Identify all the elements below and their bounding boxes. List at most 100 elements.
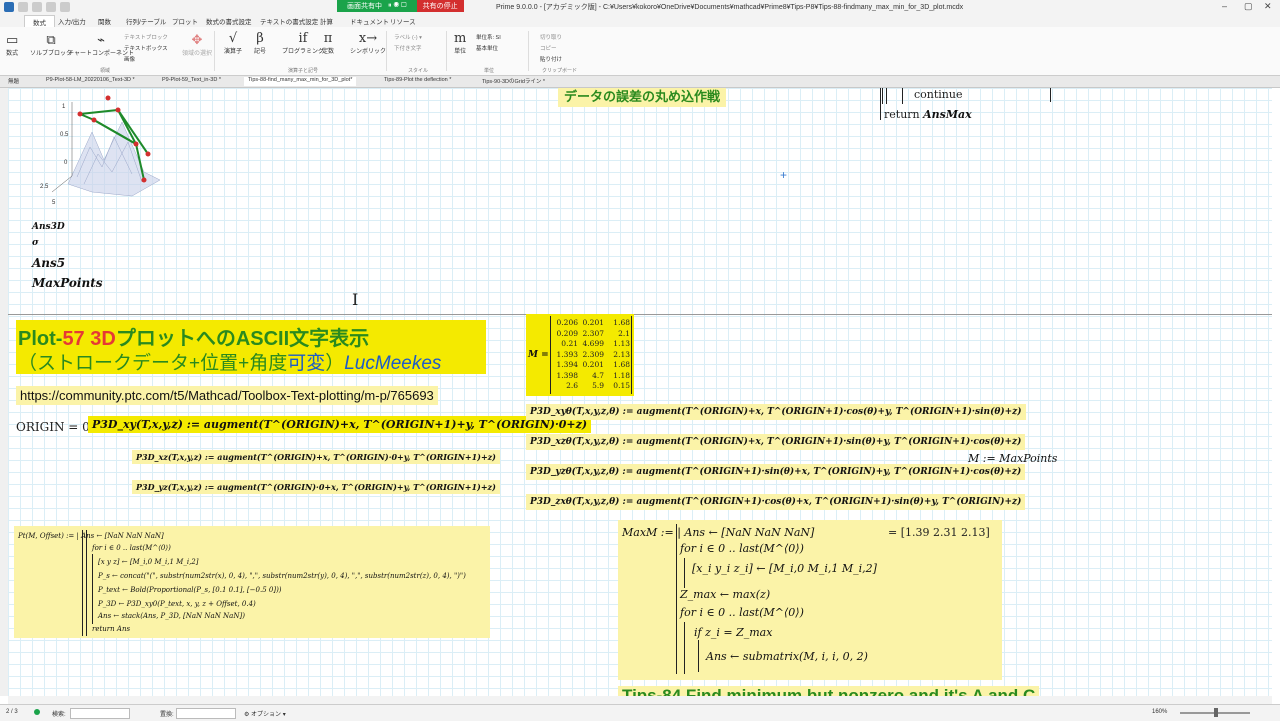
maxm-line: for i ∈ 0 .. last(M^⟨0⟩) [680, 606, 804, 619]
origin-definition[interactable]: ORIGIN = 0 [16, 420, 90, 434]
document-tab[interactable]: 無題 [4, 77, 23, 86]
text-cursor-icon: Ι [352, 290, 359, 309]
copy-button[interactable]: コピー [540, 44, 557, 52]
close-icon[interactable]: ✕ [1264, 1, 1272, 12]
ribbon-tabs: 数式 入力/出力 関数 行列/テーブル プロット 数式の書式設定 テキストの書式設定 計算 ドキ… [0, 14, 1280, 28]
maxm-program-block[interactable]: MaxM := | Ans ← [NaN NaN NaN] for i ∈ 0 … [618, 520, 1002, 680]
ribbon-tab[interactable]: 行列/テーブル [126, 16, 166, 26]
solve-block-button[interactable]: ⧉ ソルブブロック [30, 33, 72, 57]
search-input[interactable] [70, 708, 130, 719]
plot-tick-label: 2.5 [40, 184, 49, 190]
search-label: 検索: [52, 712, 66, 718]
surface-plot-3d[interactable]: 1 0.5 0 2.5 5 [32, 92, 182, 212]
var-maxpoints: MaxPoints [32, 276, 103, 290]
math-button[interactable]: ▭ 数式 [6, 33, 18, 57]
text-box-button[interactable]: テキストボックス [124, 44, 168, 52]
matrix-cell: 1.394 [556, 360, 578, 369]
redo-icon[interactable] [60, 2, 70, 12]
matrix-m-region[interactable]: M = 0.206 0.201 1.68 0.209 2.307 2.1 0.21 4.699… [526, 314, 634, 396]
matrix-cell: 0.15 [613, 381, 630, 390]
share-controls-icon[interactable]: ⏸ ◉ ▢ [388, 2, 407, 10]
arrow-icon: x→ [358, 31, 378, 46]
zoom-slider-thumb[interactable] [1214, 708, 1218, 717]
ribbon-tab[interactable]: リソース [390, 16, 416, 26]
constants-button[interactable]: π 定数 [322, 31, 334, 55]
title-bar: 画面共有中 ⏸ ◉ ▢ 共有の停止 Prime 9.0.0.0 - [アカデミッ… [0, 0, 1280, 14]
group-label-units: 単位 [484, 68, 495, 74]
reference-url-link[interactable]: https://community.ptc.com/t5/Mathcad/Too… [16, 386, 438, 405]
program-bar [882, 88, 883, 104]
unit-button[interactable]: m 単位 [454, 31, 466, 55]
document-tab[interactable]: Tips-89-Plot the deflection * [380, 77, 455, 86]
plot-tick-label: 0.5 [60, 132, 69, 138]
ribbon-divider [386, 31, 387, 71]
solve-block-icon: ⧉ [46, 33, 56, 48]
image-button[interactable]: 画像 [124, 55, 135, 63]
pt-function-block[interactable]: Pt(M, Offset) := | Ans ← [NaN NaN NaN] f… [14, 526, 490, 638]
ribbon-tab[interactable]: プロット [172, 16, 198, 26]
p3d-zx0-definition[interactable]: P3D_zxθ(T,x,y,z,θ) := augment(T^(ORIGIN+… [526, 494, 1026, 510]
pt-line: [x y z] ← [M_i,0 M_i,1 M_i,2] [98, 558, 199, 566]
matrix-cell: 0.201 [582, 318, 604, 327]
label-dropdown[interactable]: ラベル (-) ▾ [394, 33, 422, 41]
programming-button[interactable]: if プログラミング [282, 31, 324, 55]
document-tab[interactable]: P9-Plot-59_Text_in-3D * [158, 77, 225, 86]
p3d-xz-definition[interactable]: P3D_xz(T,x,y,z) := augment(T^(ORIGIN)+x,… [132, 450, 500, 464]
app-icon [4, 2, 14, 12]
ribbon-tab[interactable]: 入力/出力 [58, 16, 86, 26]
minimize-icon[interactable]: – [1222, 1, 1227, 11]
worksheet[interactable]: 1 0.5 0 2.5 5 データの誤差の丸め込作戦 continue retu… [8, 88, 1272, 696]
p3d-yz0-definition[interactable]: P3D_yzθ(T,x,y,z,θ) := augment(T^(ORIGIN+… [526, 464, 1026, 480]
plot57-heading: Plot-57 3DプロットへのASCII文字表示 （ストロークデータ+位置+角… [16, 320, 486, 374]
p3d-yz-definition[interactable]: P3D_yz(T,x,y,z) := augment(T^(ORIGIN)·0+… [132, 480, 500, 494]
group-label-operators: 演算子と記号 [288, 68, 319, 74]
document-tab[interactable]: P9-Plot-58-LM_20220106_Text-3D * [42, 77, 139, 86]
matrix-cell: 4.7 [592, 370, 604, 380]
undo-icon[interactable] [46, 2, 56, 12]
horizontal-scrollbar[interactable] [8, 696, 1272, 704]
symbolic-button[interactable]: x→ シンボリック [350, 31, 386, 55]
document-tabs: 無題 P9-Plot-58-LM_20220106_Text-3D * P9-Plo… [0, 76, 1280, 88]
symbols-button[interactable]: β 記号 [254, 31, 266, 55]
p3d-xz0-definition[interactable]: P3D_xzθ(T,x,y,z,θ) := augment(T^(ORIGIN)… [526, 434, 1026, 450]
select-icon: ✥ [191, 33, 203, 48]
stop-share-button[interactable]: 共有の停止 [416, 0, 464, 12]
ribbon-tab[interactable]: 関数 [98, 16, 111, 26]
unit-system-dropdown[interactable]: 単位系: SI [476, 33, 501, 41]
maximize-icon[interactable]: ▢ [1244, 1, 1253, 12]
base-unit-button[interactable]: 基本単位 [476, 44, 498, 52]
document-tab[interactable]: Tips-88-find_many_max_min_for_3D_plot* [244, 77, 357, 86]
replace-input[interactable] [176, 708, 236, 719]
maxm-line: MaxM := | Ans ← [NaN NaN NaN] [622, 526, 815, 539]
pt-line: return Ans [92, 625, 131, 633]
ribbon-tab[interactable]: 計算 [320, 16, 333, 26]
p3d-xy0-definition[interactable]: P3D_xyθ(T,x,y,z,θ) := augment(T^(ORIGIN)… [526, 404, 1026, 420]
document-tab[interactable]: Tips-90-3DのGridライン * [478, 77, 549, 86]
text-block-button[interactable]: テキストブロック [124, 33, 168, 41]
pt-line: P_text ← Bold(Proportional(P_s, [0.1 0.1… [98, 586, 282, 594]
ribbon-divider [446, 31, 447, 71]
matrix-cell: 0.201 [582, 360, 604, 369]
cut-button[interactable]: 切り取り [540, 33, 562, 41]
ribbon-tab[interactable]: ドキュメント [350, 16, 389, 26]
p3d-xy-definition[interactable]: P3D_xy(T,x,y,z) := augment(T^(ORIGIN)+x,… [88, 416, 592, 433]
folder-icon[interactable] [32, 2, 42, 12]
operators-button[interactable]: √ 演算子 [224, 31, 242, 55]
pt-line: P_s ← concat("(", substr(num2str(x), 0, … [98, 572, 466, 580]
m-assign-maxpoints[interactable]: M := MaxPoints [968, 452, 1057, 465]
unit-icon: m [454, 31, 467, 46]
plot-tick-label: 0 [64, 160, 68, 166]
ribbon-tab[interactable]: 数式の書式設定 [206, 16, 252, 26]
matrix-cell: 1.393 [556, 349, 578, 359]
region-select-button[interactable]: ✥ 領域の選択 [182, 33, 212, 57]
ribbon-tab[interactable]: テキストの書式設定 [260, 16, 318, 26]
share-status-label: 画面共有中 [347, 3, 382, 10]
return-statement: return AnsMax [884, 108, 972, 121]
paste-button[interactable]: 貼り付け [540, 55, 562, 63]
save-icon[interactable] [18, 2, 28, 12]
pt-line: Ans ← stack(Ans, P_3D, [NaN NaN NaN]) [98, 612, 245, 620]
subscript-button[interactable]: 下付き文字 [394, 44, 422, 52]
options-dropdown[interactable]: ⚙ オプション ▾ [244, 709, 286, 718]
var-sigma: σ [32, 238, 39, 248]
maxm-line: for i ∈ 0 .. last(M^⟨0⟩) [680, 542, 804, 555]
